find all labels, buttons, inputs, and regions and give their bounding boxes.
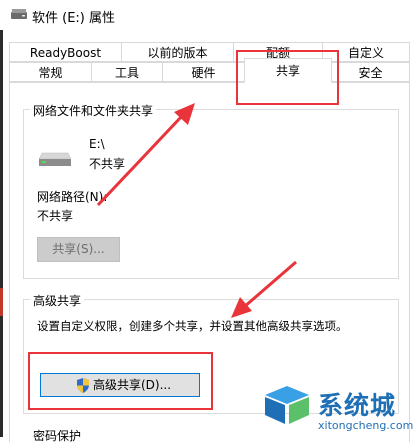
watermark-url: xitongcheng.com <box>318 419 414 432</box>
network-path-value: 不共享 <box>37 209 74 223</box>
share-button[interactable]: 共享(S)... <box>37 237 120 262</box>
network-sharing-title: 网络文件和文件夹共享 <box>30 102 157 119</box>
watermark-logo <box>265 386 309 424</box>
drive-name: E:\ <box>89 137 105 151</box>
tab-tools[interactable]: 工具 <box>91 62 163 82</box>
background-window-edge <box>0 30 3 437</box>
title-bar: 软件 (E:) 属性 <box>0 0 418 30</box>
advanced-sharing-title: 高级共享 <box>30 292 85 309</box>
sharing-tab-highlight <box>236 50 339 105</box>
network-path-label: 网络路径(N): <box>37 190 108 204</box>
watermark-brand: 系统城 <box>318 391 397 420</box>
tab-security[interactable]: 安全 <box>331 62 410 82</box>
advanced-sharing-description: 设置自定义权限，创建多个共享，并设置其他高级共享选项。 <box>37 319 348 333</box>
tab-general[interactable]: 常规 <box>9 62 92 82</box>
tab-readyboost[interactable]: ReadyBoost <box>9 42 122 62</box>
password-protection-title: 密码保护 <box>33 429 82 443</box>
drive-icon <box>38 152 72 166</box>
tab-hardware[interactable]: 硬件 <box>162 62 245 82</box>
drive-icon <box>11 9 27 19</box>
window-title: 软件 (E:) 属性 <box>32 11 116 26</box>
drive-sharing-status: 不共享 <box>89 157 126 171</box>
tab-previous-versions[interactable]: 以前的版本 <box>121 42 234 62</box>
advanced-button-highlight <box>28 352 213 410</box>
